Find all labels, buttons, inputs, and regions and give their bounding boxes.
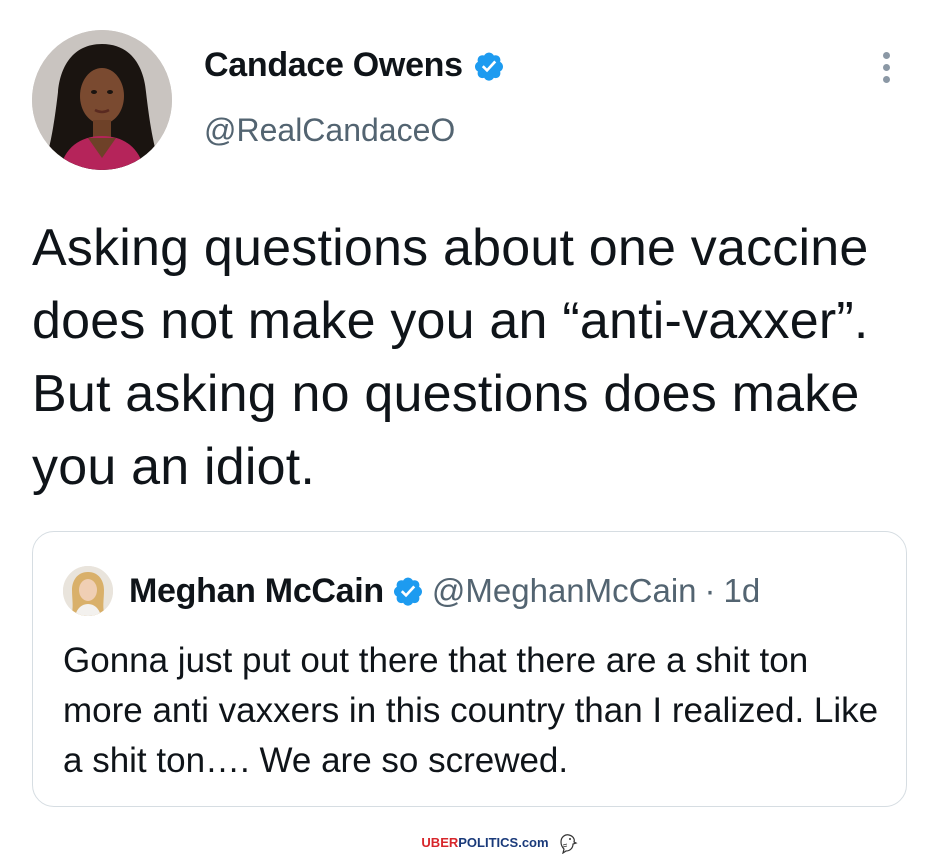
quoted-tweet-text: Gonna just put out there that there are … — [63, 641, 879, 780]
profile-photo-icon — [63, 566, 113, 616]
author-display-name[interactable]: Candace Owens — [204, 46, 463, 85]
separator-dot: · — [704, 572, 716, 609]
watermark-part2: POLITICS — [458, 835, 519, 850]
watermark-logo: UBERPOLITICS.com — [361, 832, 578, 854]
watermark-text: UBERPOLITICS.com — [421, 834, 548, 852]
quoted-tweet-time[interactable]: 1d — [724, 572, 761, 610]
quoted-author-handle[interactable]: @MeghanMcCain — [432, 572, 697, 610]
quoted-tweet-header: Meghan McCain @MeghanMcCain · 1d — [63, 566, 760, 616]
more-dot — [882, 76, 890, 83]
watermark-part1: UBER — [421, 835, 459, 850]
verified-badge-icon — [393, 577, 422, 606]
more-vertical-icon — [882, 52, 890, 59]
tweet-text: Asking questions about one vaccine does … — [32, 219, 869, 496]
watermark-part3: .com — [518, 835, 549, 850]
eagle-icon — [559, 834, 578, 854]
author-avatar[interactable] — [32, 30, 172, 170]
quoted-author-avatar[interactable] — [63, 566, 113, 616]
author-name-row[interactable]: Candace Owens — [204, 46, 505, 85]
quoted-tweet-card[interactable]: Meghan McCain @MeghanMcCain · 1d Gonna j… — [32, 531, 907, 807]
profile-photo-icon — [32, 30, 172, 170]
watermark: UBERPOLITICS.com — [0, 832, 940, 856]
quoted-author-name[interactable]: Meghan McCain — [129, 572, 384, 611]
more-dot — [882, 64, 890, 71]
verified-badge-icon — [474, 52, 503, 81]
author-handle[interactable]: @RealCandaceO — [204, 112, 455, 149]
more-options-button[interactable] — [874, 52, 898, 92]
